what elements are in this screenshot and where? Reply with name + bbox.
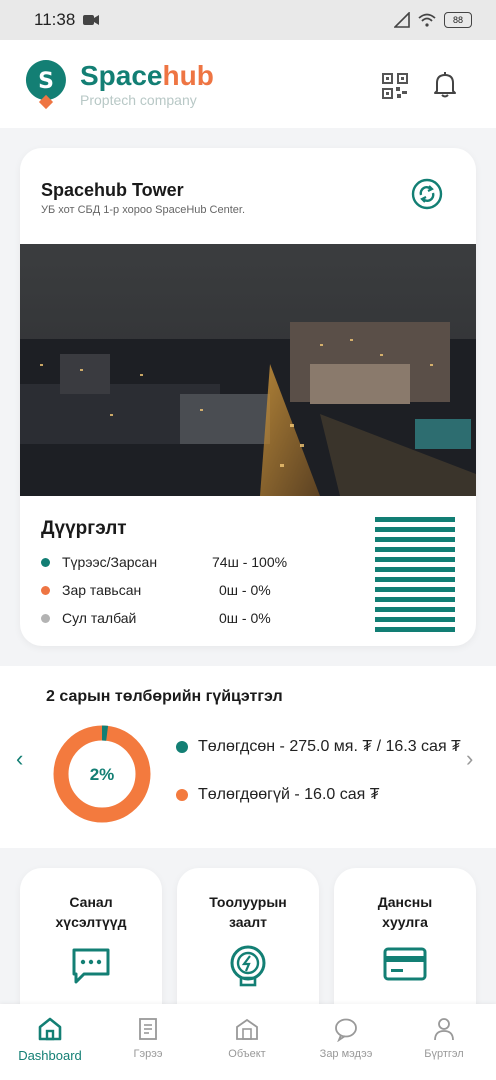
- gesture-bar: [0, 1074, 496, 1080]
- signal-icon: [394, 12, 410, 28]
- property-photo: [20, 244, 476, 496]
- occupancy-bar: [375, 607, 455, 612]
- occupancy-bar: [375, 517, 455, 522]
- property-address: УБ хот СБД 1-р хороо SpaceHub Center.: [41, 204, 246, 216]
- nav-label: Объект: [228, 1048, 266, 1060]
- property-card: Spacehub Tower УБ хот СБД 1-р хороо Spac…: [20, 148, 476, 646]
- property-name: Spacehub Tower: [41, 180, 184, 200]
- message-icon: [72, 948, 110, 984]
- refresh-icon[interactable]: [411, 178, 443, 210]
- occupancy-label: Сул талбай: [62, 610, 137, 626]
- wifi-icon: [418, 13, 436, 27]
- occupancy-bar: [375, 617, 455, 622]
- occupancy-value: 0ш - 0%: [219, 582, 271, 598]
- occupancy-bar: [375, 587, 455, 592]
- occupancy-bar: [375, 527, 455, 532]
- occupancy-bar: [375, 627, 455, 632]
- paid-text: Төлөгдсөн - 275.0 мя. ₮ / 16.3 сая ₮: [198, 738, 461, 755]
- payment-title: 2 сарын төлбөрийн гүйцэтгэл: [46, 688, 283, 705]
- bell-icon[interactable]: [432, 71, 458, 99]
- occupancy-title: Дүүргэлт: [41, 518, 127, 539]
- nav-news[interactable]: Зар мэдээ: [298, 1016, 394, 1060]
- spacehub-logo: S: [25, 60, 66, 110]
- nav-dashboard[interactable]: Dashboard: [2, 1016, 98, 1063]
- occupancy-label: Түрээс/Зарсан: [62, 554, 158, 570]
- nav-label: Гэрээ: [133, 1048, 163, 1060]
- payment-section: 2 сарын төлбөрийн гүйцэтгэл ‹ › 2% Төлөг…: [0, 666, 496, 848]
- occupancy-bar: [375, 547, 455, 552]
- meter-icon: [230, 945, 266, 987]
- card-icon: [383, 947, 427, 981]
- chevron-left-icon[interactable]: ‹: [16, 746, 23, 772]
- unpaid-legend: Төлөгдөөгүй - 16.0 сая ₮: [176, 784, 468, 805]
- payment-donut-chart: 2%: [53, 725, 151, 823]
- occupancy-row: Сул талбай 0ш - 0%: [41, 610, 329, 626]
- camera-icon: [83, 15, 100, 25]
- nav-contract[interactable]: Гэрээ: [100, 1016, 196, 1060]
- tile-label: Тоолуурын заалт: [209, 894, 287, 930]
- tile-label: Санал хүсэлтүүд: [55, 894, 127, 930]
- nav-label: Dashboard: [18, 1048, 82, 1063]
- svg-text:S: S: [38, 69, 54, 94]
- occupancy-bar: [375, 577, 455, 582]
- unpaid-text: Төлөгдөөгүй - 16.0 сая ₮: [198, 786, 380, 803]
- nav-object[interactable]: Объект: [199, 1016, 295, 1060]
- occupancy-bar-graphic: [375, 517, 455, 637]
- battery-level: 88: [452, 15, 463, 25]
- occupancy-row: Түрээс/Зарсан 74ш - 100%: [41, 554, 322, 570]
- status-time: 11:38: [34, 10, 76, 29]
- legend-dot: [41, 557, 50, 567]
- contract-icon: [139, 1018, 157, 1040]
- brand-subtitle: Proptech company: [80, 92, 197, 108]
- app-header: S Spacehub Proptech company: [0, 40, 496, 128]
- tile-label: Дансны хуулга: [377, 894, 433, 930]
- legend-dot: [176, 789, 188, 801]
- bottom-navigation: Dashboard Гэрээ Объект Зар мэдээ Бүртгэл: [0, 1004, 496, 1074]
- nav-account[interactable]: Бүртгэл: [396, 1016, 492, 1060]
- status-bar: 11:38 88: [0, 0, 496, 40]
- occupancy-value: 74ш - 100%: [212, 554, 288, 570]
- donut-percent-label: 2%: [90, 765, 115, 784]
- occupancy-bar: [375, 597, 455, 602]
- user-icon: [434, 1018, 454, 1041]
- occupancy-value: 0ш - 0%: [219, 610, 271, 626]
- legend-dot: [176, 741, 188, 753]
- chat-icon: [335, 1018, 357, 1042]
- brand-name: Spacehub: [80, 60, 214, 91]
- nav-label: Бүртгэл: [424, 1048, 464, 1060]
- battery-icon: 88: [444, 12, 472, 28]
- paid-legend: Төлөгдсөн - 275.0 мя. ₮ / 16.3 сая ₮: [176, 736, 468, 757]
- occupancy-row: Зар тавьсан 0ш - 0%: [41, 582, 329, 598]
- building-icon: [236, 1018, 258, 1040]
- qr-code-icon[interactable]: [382, 73, 408, 99]
- occupancy-bar: [375, 557, 455, 562]
- occupancy-bar: [375, 567, 455, 572]
- home-icon: [38, 1017, 62, 1041]
- legend-dot: [41, 613, 50, 623]
- nav-label: Зар мэдээ: [319, 1048, 373, 1060]
- occupancy-label: Зар тавьсан: [62, 582, 142, 598]
- legend-dot: [41, 585, 50, 595]
- occupancy-bar: [375, 537, 455, 542]
